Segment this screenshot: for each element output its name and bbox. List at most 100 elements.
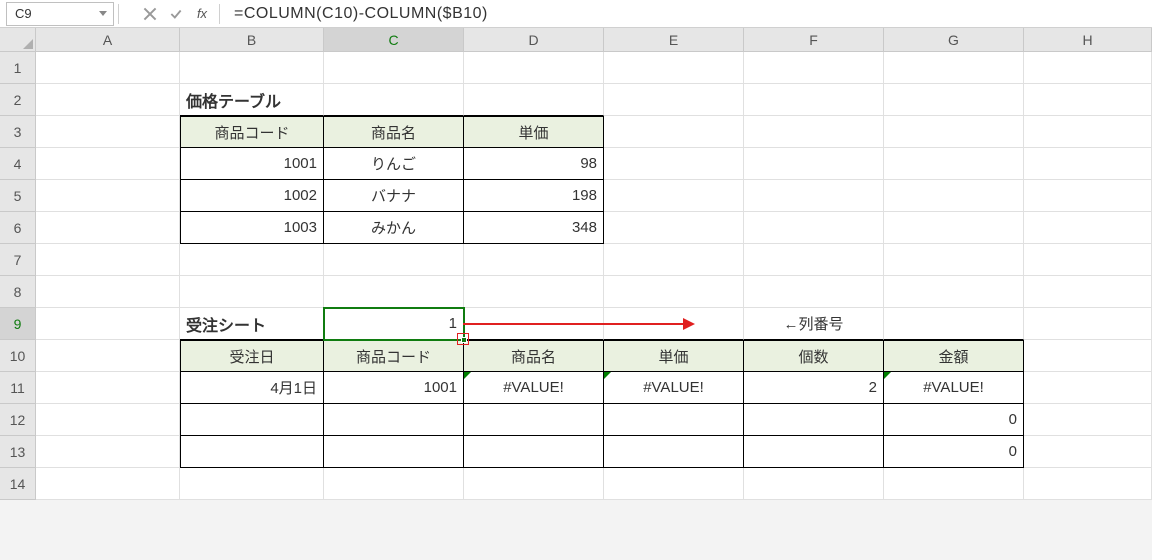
price-row2-price[interactable]: 198 (464, 180, 604, 212)
cell-e8[interactable] (604, 276, 744, 308)
cell-d1[interactable] (464, 52, 604, 84)
cell-d7[interactable] (464, 244, 604, 276)
row-header-5[interactable]: 5 (0, 180, 36, 212)
col-header-g[interactable]: G (884, 28, 1024, 52)
name-box-dropdown-icon[interactable] (99, 11, 107, 16)
cell-f8[interactable] (744, 276, 884, 308)
cell-a6[interactable] (36, 212, 180, 244)
cell-a1[interactable] (36, 52, 180, 84)
order-r3-name[interactable] (464, 436, 604, 468)
cell-c2[interactable] (324, 84, 464, 116)
price-table-title[interactable]: 価格テーブル (180, 84, 324, 116)
cell-c9-active[interactable]: 1 (324, 308, 464, 340)
price-row2-code[interactable]: 1002 (180, 180, 324, 212)
order-r3-date[interactable] (180, 436, 324, 468)
cell-h1[interactable] (1024, 52, 1152, 84)
cell-a2[interactable] (36, 84, 180, 116)
cell-f6[interactable] (744, 212, 884, 244)
order-r1-code[interactable]: 1001 (324, 372, 464, 404)
order-header-qty[interactable]: 個数 (744, 340, 884, 372)
cell-a13[interactable] (36, 436, 180, 468)
cell-g9[interactable] (884, 308, 1024, 340)
row-header-8[interactable]: 8 (0, 276, 36, 308)
row-header-10[interactable]: 10 (0, 340, 36, 372)
cell-a12[interactable] (36, 404, 180, 436)
row-header-7[interactable]: 7 (0, 244, 36, 276)
formula-input[interactable]: =COLUMN(C10)-COLUMN($B10) (224, 2, 1152, 26)
cell-g7[interactable] (884, 244, 1024, 276)
col-label-text[interactable]: ←列番号 (744, 308, 884, 340)
cell-e14[interactable] (604, 468, 744, 500)
cell-e5[interactable] (604, 180, 744, 212)
price-row3-price[interactable]: 348 (464, 212, 604, 244)
cell-f3[interactable] (744, 116, 884, 148)
order-r1-amount[interactable]: #VALUE! (884, 372, 1024, 404)
cell-c14[interactable] (324, 468, 464, 500)
cell-c8[interactable] (324, 276, 464, 308)
row-header-13[interactable]: 13 (0, 436, 36, 468)
cell-e1[interactable] (604, 52, 744, 84)
row-header-1[interactable]: 1 (0, 52, 36, 84)
row-header-12[interactable]: 12 (0, 404, 36, 436)
price-row3-name[interactable]: みかん (324, 212, 464, 244)
cell-h5[interactable] (1024, 180, 1152, 212)
order-r1-price[interactable]: #VALUE! (604, 372, 744, 404)
cell-a14[interactable] (36, 468, 180, 500)
price-row1-name[interactable]: りんご (324, 148, 464, 180)
cell-d9[interactable] (464, 308, 604, 340)
cell-e4[interactable] (604, 148, 744, 180)
cell-f1[interactable] (744, 52, 884, 84)
cell-e3[interactable] (604, 116, 744, 148)
price-row1-price[interactable]: 98 (464, 148, 604, 180)
col-header-b[interactable]: B (180, 28, 324, 52)
cell-h8[interactable] (1024, 276, 1152, 308)
cell-e7[interactable] (604, 244, 744, 276)
col-header-d[interactable]: D (464, 28, 604, 52)
row-header-3[interactable]: 3 (0, 116, 36, 148)
cell-h12[interactable] (1024, 404, 1152, 436)
cell-f4[interactable] (744, 148, 884, 180)
cell-f7[interactable] (744, 244, 884, 276)
cell-h6[interactable] (1024, 212, 1152, 244)
cell-b7[interactable] (180, 244, 324, 276)
cell-b1[interactable] (180, 52, 324, 84)
name-box[interactable]: C9 (6, 2, 114, 26)
order-r3-price[interactable] (604, 436, 744, 468)
order-r2-amount[interactable]: 0 (884, 404, 1024, 436)
cell-g3[interactable] (884, 116, 1024, 148)
cell-h7[interactable] (1024, 244, 1152, 276)
spreadsheet-grid[interactable]: A B C D E F G H 1 2 価格テーブル 3 商品コード 商品名 単… (0, 28, 1152, 500)
price-header-code[interactable]: 商品コード (180, 116, 324, 148)
col-header-c[interactable]: C (324, 28, 464, 52)
cell-g4[interactable] (884, 148, 1024, 180)
cell-e9[interactable] (604, 308, 744, 340)
cell-a11[interactable] (36, 372, 180, 404)
cell-a10[interactable] (36, 340, 180, 372)
order-r3-amount[interactable]: 0 (884, 436, 1024, 468)
cell-a7[interactable] (36, 244, 180, 276)
row-header-4[interactable]: 4 (0, 148, 36, 180)
cell-h4[interactable] (1024, 148, 1152, 180)
cell-h13[interactable] (1024, 436, 1152, 468)
cell-g2[interactable] (884, 84, 1024, 116)
order-r3-qty[interactable] (744, 436, 884, 468)
row-header-9[interactable]: 9 (0, 308, 36, 340)
cell-c7[interactable] (324, 244, 464, 276)
row-header-6[interactable]: 6 (0, 212, 36, 244)
price-header-name[interactable]: 商品名 (324, 116, 464, 148)
cell-d14[interactable] (464, 468, 604, 500)
price-row1-code[interactable]: 1001 (180, 148, 324, 180)
price-row2-name[interactable]: バナナ (324, 180, 464, 212)
cell-a5[interactable] (36, 180, 180, 212)
cell-a8[interactable] (36, 276, 180, 308)
order-r1-date[interactable]: 4月1日 (180, 372, 324, 404)
col-header-e[interactable]: E (604, 28, 744, 52)
order-r1-qty[interactable]: 2 (744, 372, 884, 404)
cell-b14[interactable] (180, 468, 324, 500)
order-header-price[interactable]: 単価 (604, 340, 744, 372)
order-header-date[interactable]: 受注日 (180, 340, 324, 372)
cell-h10[interactable] (1024, 340, 1152, 372)
order-r1-name[interactable]: #VALUE! (464, 372, 604, 404)
row-header-14[interactable]: 14 (0, 468, 36, 500)
fill-handle-icon[interactable] (461, 337, 467, 343)
